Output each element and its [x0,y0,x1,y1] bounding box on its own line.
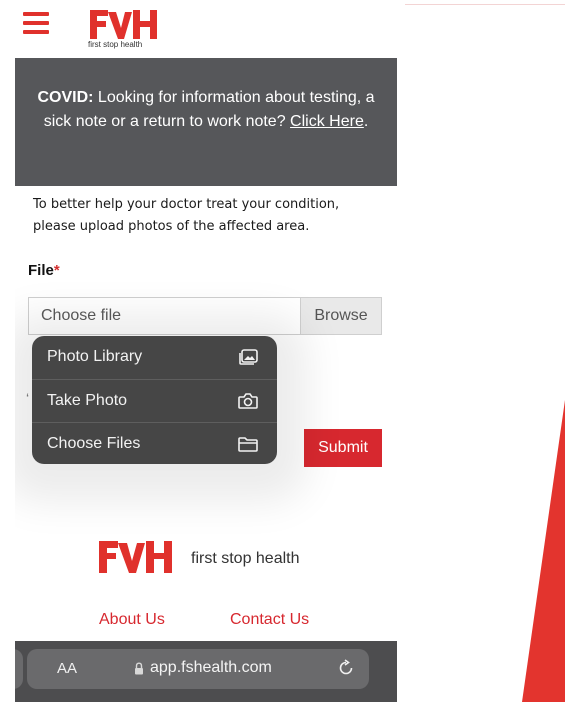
photo-library-icon [239,349,258,365]
hamburger-menu-icon[interactable] [23,12,49,34]
decorative-divider [405,4,565,5]
address-bar-url: app.fshealth.com [150,659,272,676]
menu-item-take-photo[interactable]: Take Photo [32,379,277,422]
site-header: first stop health [15,0,397,58]
reload-icon[interactable] [337,659,355,677]
menu-item-label: Take Photo [47,392,128,409]
file-picker-menu: Photo Library Take Photo Choose Files [32,336,277,464]
camera-icon [238,393,258,409]
file-field-label: File* [28,262,60,279]
file-input[interactable]: Choose file Browse [28,297,382,335]
menu-item-label: Choose Files [47,435,141,452]
decorative-red-wedge [522,400,565,702]
submit-button[interactable]: Submit [304,429,382,467]
menu-item-photo-library[interactable]: Photo Library [32,336,277,379]
address-bar[interactable]: AA app.fshealth.com [27,649,369,689]
browse-button[interactable]: Browse [300,298,381,334]
logo-tagline: first stop health [88,40,143,49]
contact-us-link[interactable]: Contact Us [230,611,309,629]
previous-tab-pill[interactable] [15,649,23,689]
menu-item-label: Photo Library [47,348,143,365]
mobile-screen: first stop health COVID: Looking for inf… [15,0,397,702]
click-here-link[interactable]: Click Here [290,113,364,130]
menu-item-choose-files[interactable]: Choose Files [32,422,277,464]
obscured-text: ‘ [26,390,30,406]
file-label-text: File [28,262,54,279]
footer-brand-name: first stop health [191,550,300,567]
browser-toolbar: AA app.fshealth.com [15,641,397,702]
covid-banner-period: . [363,113,369,130]
folder-icon [238,437,258,452]
lock-icon [135,662,143,675]
upload-instructions: To better help your doctor treat your co… [33,197,340,234]
reader-text-size-button[interactable]: AA [57,660,77,677]
covid-banner-bold: COVID: [37,89,94,106]
footer-fsh-logo [99,541,172,573]
about-us-link[interactable]: About Us [99,611,165,629]
covid-banner: COVID: Looking for information about tes… [15,58,397,186]
file-input-placeholder: Choose file [41,307,122,324]
required-asterisk: * [53,262,60,279]
